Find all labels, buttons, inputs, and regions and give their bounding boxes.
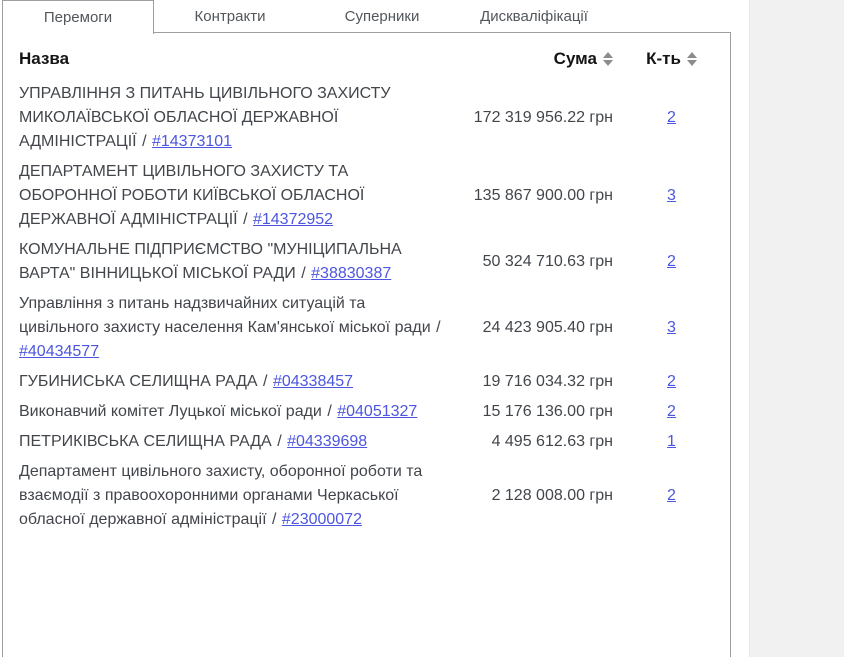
column-header-count[interactable]: К-ть: [613, 33, 730, 79]
tab-label: Контракти: [195, 8, 266, 25]
entity-code-link[interactable]: #04051327: [337, 403, 417, 420]
table-row: ГУБИНИСЬКА СЕЛИЩНА РАДА / #04338457 19 7…: [3, 367, 730, 397]
entity-name: ГУБИНИСЬКА СЕЛИЩНА РАДА: [19, 373, 258, 390]
tab-bar: Перемоги Контракти Суперники Дискваліфік…: [2, 0, 731, 32]
table-row: ПЕТРИКІВСЬКА СЕЛИЩНА РАДА / #04339698 4 …: [3, 427, 730, 457]
sum-value: 135 867 900.00 грн: [453, 157, 613, 235]
column-header-sum-label: Сума: [554, 49, 597, 69]
count-link[interactable]: 2: [667, 109, 676, 126]
count-link[interactable]: 2: [667, 373, 676, 390]
count-link[interactable]: 2: [667, 487, 676, 504]
name-code-separator: /: [263, 373, 267, 390]
table-row: УПРАВЛІННЯ З ПИТАНЬ ЦИВІЛЬНОГО ЗАХИСТУ М…: [3, 79, 730, 157]
count-link[interactable]: 2: [667, 253, 676, 270]
count-link[interactable]: 2: [667, 403, 676, 420]
name-code-separator: /: [243, 211, 247, 228]
entity-code-link[interactable]: #40434577: [19, 343, 99, 360]
table-row: Виконавчий комітет Луцької міської ради …: [3, 397, 730, 427]
name-code-separator: /: [436, 319, 440, 336]
column-header-count-label: К-ть: [646, 49, 681, 69]
name-code-separator: /: [327, 403, 331, 420]
column-header-name: Назва: [3, 33, 453, 79]
results-panel: Назва Сума К-ть: [2, 32, 731, 657]
sum-value: 24 423 905.40 грн: [453, 289, 613, 367]
table-row: ДЕПАРТАМЕНТ ЦИВІЛЬНОГО ЗАХИСТУ ТА ОБОРОН…: [3, 157, 730, 235]
sum-value: 50 324 710.63 грн: [453, 235, 613, 289]
sort-icon-sum[interactable]: [603, 52, 613, 66]
entity-code-link[interactable]: #04339698: [287, 433, 367, 450]
entity-name: ПЕТРИКІВСЬКА СЕЛИЩНА РАДА: [19, 433, 272, 450]
name-code-separator: /: [142, 133, 146, 150]
entity-name: Виконавчий комітет Луцької міської ради: [19, 403, 322, 420]
tab-label: Дискваліфікації: [480, 8, 588, 25]
entity-code-link[interactable]: #14372952: [253, 211, 333, 228]
tab-wins[interactable]: Перемоги: [2, 0, 154, 34]
sum-value: 4 495 612.63 грн: [453, 427, 613, 457]
column-header-sum[interactable]: Сума: [453, 33, 613, 79]
table-header-row: Назва Сума К-ть: [3, 33, 730, 79]
sum-value: 15 176 136.00 грн: [453, 397, 613, 427]
sort-icon-count[interactable]: [687, 52, 697, 66]
count-link[interactable]: 3: [667, 187, 676, 204]
sum-value: 19 716 034.32 грн: [453, 367, 613, 397]
entity-code-link[interactable]: #04338457: [273, 373, 353, 390]
entity-code-link[interactable]: #14373101: [152, 133, 232, 150]
entity-code-link[interactable]: #38830387: [311, 265, 391, 282]
count-link[interactable]: 3: [667, 319, 676, 336]
page-background-gutter: [749, 0, 844, 657]
tab-label: Перемоги: [44, 9, 112, 26]
count-link[interactable]: 1: [667, 433, 676, 450]
tab-rivals[interactable]: Суперники: [306, 0, 458, 32]
name-code-separator: /: [301, 265, 305, 282]
tab-disqualifications[interactable]: Дискваліфікації: [458, 0, 610, 32]
name-code-separator: /: [277, 433, 281, 450]
tab-label: Суперники: [345, 8, 420, 25]
results-table: Назва Сума К-ть: [3, 33, 730, 535]
main-content: Перемоги Контракти Суперники Дискваліфік…: [2, 0, 731, 657]
sum-value: 2 128 008.00 грн: [453, 457, 613, 535]
name-code-separator: /: [272, 511, 276, 528]
entity-code-link[interactable]: #23000072: [282, 511, 362, 528]
entity-name: Управління з питань надзвичайних ситуаці…: [19, 295, 431, 336]
tab-contracts[interactable]: Контракти: [154, 0, 306, 32]
sum-value: 172 319 956.22 грн: [453, 79, 613, 157]
page: Перемоги Контракти Суперники Дискваліфік…: [0, 0, 844, 657]
table-row: Департамент цивільного захисту, оборонно…: [3, 457, 730, 535]
table-row: Управління з питань надзвичайних ситуаці…: [3, 289, 730, 367]
table-row: КОМУНАЛЬНЕ ПІДПРИЄМСТВО "МУНІЦИПАЛЬНА ВА…: [3, 235, 730, 289]
